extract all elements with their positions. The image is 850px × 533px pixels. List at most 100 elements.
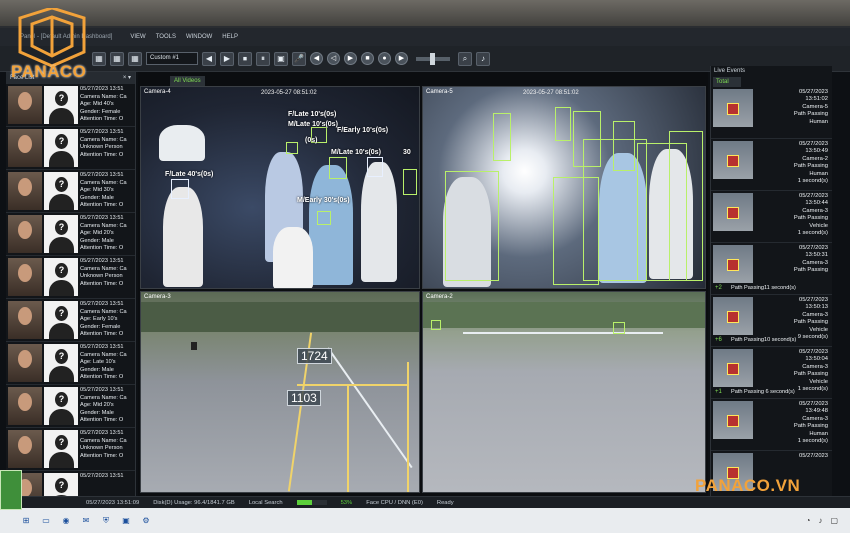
face-list-item[interactable]: ? 05/27/2023 13:51 Camera Name: Ca Age: Mid… bbox=[6, 170, 135, 213]
face-info-line: Camera Name: Ca bbox=[80, 265, 127, 272]
event-info-line: 1 second(s) bbox=[797, 230, 828, 237]
snapshot-icon[interactable]: ▣ bbox=[274, 51, 288, 66]
live-event-item[interactable]: 05/27/2023 13:49:48 Camera-3 Path Passing Hu… bbox=[711, 399, 832, 451]
menu-tools[interactable]: TOOLS bbox=[156, 34, 176, 40]
menu-help[interactable]: HELP bbox=[222, 34, 238, 40]
file-explorer-icon[interactable]: ▭ bbox=[40, 515, 52, 527]
play-back-icon[interactable]: ◁ bbox=[327, 52, 340, 65]
live-event-item[interactable]: 05/27/2023 13:50:04 Camera-3 Path Passing Ve… bbox=[711, 347, 832, 399]
face-list-item[interactable]: ? 05/27/2023 13:51 Camera Name: Ca Age: Mid… bbox=[6, 84, 135, 127]
face-list-item[interactable]: ? 05/27/2023 13:51 Camera Name: Ca Unknown … bbox=[6, 428, 135, 471]
detected-object bbox=[727, 155, 739, 167]
camera-5-view[interactable]: Camera-5 2023-05-27 08:51:02 bbox=[422, 86, 706, 289]
face-info-line: Camera Name: Ca bbox=[80, 394, 127, 401]
tree-line bbox=[423, 302, 705, 328]
live-event-item[interactable]: 05/27/2023 13:50:49 Camera-2 Path Passing Hu… bbox=[711, 139, 832, 191]
face-list-item[interactable]: ? 05/27/2023 13:51 Camera Name: Ca Age: Ear… bbox=[6, 299, 135, 342]
face-info-line: Attention Time: O bbox=[80, 245, 124, 251]
face-info-line: 05/27/2023 13:51 bbox=[80, 215, 124, 221]
face-list-item[interactable]: ? 05/27/2023 13:51 Camera Name: Ca Unknown … bbox=[6, 256, 135, 299]
rewind-icon[interactable]: ◀ bbox=[310, 52, 323, 65]
event-info-line: 05/27/2023 bbox=[798, 245, 828, 251]
layout-1x1-icon[interactable]: ▦ bbox=[92, 51, 106, 66]
layout-select[interactable]: Custom #1 bbox=[146, 52, 198, 65]
event-info-line: 05/27/2023 bbox=[798, 297, 828, 303]
event-info-line: Camera-5 bbox=[802, 103, 828, 110]
face-info-line: Age: Mid 20's bbox=[80, 230, 114, 236]
layout-2x2-icon[interactable]: ▦ bbox=[110, 51, 124, 66]
pause-icon[interactable]: ⏸ bbox=[256, 51, 270, 66]
microphone-icon[interactable]: 🎤 bbox=[292, 51, 306, 66]
face-info-line: Gender: Male bbox=[80, 409, 114, 416]
face-info-line: Attention Time: O bbox=[80, 280, 124, 287]
event-thumbnail bbox=[713, 141, 753, 179]
face-tag: (0s) bbox=[305, 137, 318, 144]
face-info-line: 05/27/2023 13:51 bbox=[80, 129, 124, 135]
person-silhouette-icon: ? bbox=[44, 215, 78, 253]
stop-circle-icon[interactable]: ■ bbox=[361, 52, 374, 65]
event-info-line: 05/27/2023 bbox=[798, 89, 828, 95]
event-info-line: Path Passing bbox=[793, 319, 828, 326]
face-thumbnail bbox=[8, 215, 42, 253]
mail-icon[interactable]: ✉ bbox=[80, 515, 92, 527]
panel-close-icon[interactable]: × ▾ bbox=[123, 72, 131, 84]
layout-3x3-icon[interactable]: ▦ bbox=[128, 51, 142, 66]
face-list-item[interactable]: ? 05/27/2023 13:51 Camera Name: Ca Age: Mid… bbox=[6, 213, 135, 256]
system-tray: ◔ ♪ ▢ bbox=[806, 516, 850, 525]
face-info-line: 05/27/2023 13:51 bbox=[80, 172, 124, 178]
event-footer: Path Passing 6 second(s) bbox=[731, 389, 795, 395]
event-info-line: Camera-3 bbox=[802, 415, 828, 422]
face-list-item[interactable]: ? 05/27/2023 13:51 Camera Name: Ca Age: Lat… bbox=[6, 342, 135, 385]
face-info-line: 05/27/2023 13:51 bbox=[80, 258, 124, 264]
face-info-line: Unknown Person bbox=[80, 445, 123, 451]
next-icon[interactable]: ▶ bbox=[220, 51, 234, 66]
camera-2-view[interactable]: Camera-2 bbox=[422, 291, 706, 493]
play-icon[interactable]: ▶ bbox=[344, 52, 357, 65]
line-counter: 1724 bbox=[297, 348, 332, 364]
volume-icon[interactable]: ♪ bbox=[476, 51, 490, 66]
prev-icon[interactable]: ◀ bbox=[202, 51, 216, 66]
face-info: 05/27/2023 13:51 Camera Name: Ca Unknown P… bbox=[80, 129, 133, 167]
notification-icon[interactable]: ▢ bbox=[830, 516, 838, 525]
windows-start-icon[interactable]: ⊞ bbox=[20, 515, 32, 527]
live-event-item[interactable]: 05/27/2023 13:51:02 Camera-5 Path Passing Hu… bbox=[711, 87, 832, 139]
face-tag: M/Early 30's(0s) bbox=[297, 197, 350, 204]
live-event-item[interactable]: 05/27/2023 13:50:44 Camera-3 Path Passing Ve… bbox=[711, 191, 832, 243]
face-info-line: 05/27/2023 13:51 bbox=[80, 344, 124, 350]
search-icon[interactable]: ⌕ bbox=[458, 51, 472, 66]
live-event-item[interactable]: 05/27/2023 13:50:31 Camera-3 Path Passing +2… bbox=[711, 243, 832, 295]
menu-view[interactable]: VIEW bbox=[130, 34, 145, 40]
stop-icon[interactable]: ⏹ bbox=[238, 51, 252, 66]
person-silhouette-icon: ? bbox=[44, 129, 78, 167]
edge-browser-icon[interactable]: ◉ bbox=[60, 515, 72, 527]
wifi-icon[interactable]: ◔ bbox=[806, 516, 811, 525]
face-detection-box bbox=[171, 179, 189, 199]
face-info-line: Gender: Female bbox=[80, 108, 121, 115]
slider-knob[interactable] bbox=[430, 52, 435, 65]
forward-icon[interactable]: ▶ bbox=[395, 52, 408, 65]
shield-icon[interactable]: ⛨ bbox=[100, 515, 112, 527]
menu-bar: Panel - [Default Admin Dashboard] VIEW T… bbox=[0, 28, 850, 46]
playback-speed-slider[interactable] bbox=[416, 52, 450, 65]
detected-object bbox=[727, 415, 739, 427]
status-search[interactable]: Local Search bbox=[249, 500, 283, 506]
person-silhouette-icon: ? bbox=[44, 387, 78, 425]
volume-tray-icon[interactable]: ♪ bbox=[818, 516, 822, 525]
record-icon[interactable]: ● bbox=[378, 52, 391, 65]
live-event-item[interactable]: 05/27/2023 13:50:13 Camera-3 Path Passing Ve… bbox=[711, 295, 832, 347]
camera-4-view[interactable]: Camera-4 2023-05-27 08:51:02 F/Late 10's… bbox=[140, 86, 420, 289]
face-list-item[interactable]: ? 05/27/2023 13:51 Camera Name: Ca Age: Mid… bbox=[6, 385, 135, 428]
person-silhouette-icon: ? bbox=[44, 430, 78, 468]
settings-icon[interactable]: ⚙ bbox=[140, 515, 152, 527]
tab-all-videos[interactable]: All Videos bbox=[170, 76, 205, 86]
camera-3-view[interactable]: Camera-3 1724 1103 bbox=[140, 291, 420, 493]
event-info-line: 13:50:13 bbox=[805, 304, 828, 311]
tab-total[interactable]: Total bbox=[713, 77, 741, 87]
event-info-line: 1 second(s) bbox=[797, 178, 828, 185]
app-icon[interactable]: ▣ bbox=[120, 515, 132, 527]
person bbox=[309, 165, 353, 285]
event-info-line: 13:51:02 bbox=[805, 96, 828, 103]
menu-window[interactable]: WINDOW bbox=[186, 34, 212, 40]
face-list-item[interactable]: ? 05/27/2023 13:51 Camera Name: Ca Unknown … bbox=[6, 127, 135, 170]
progress-fill bbox=[296, 500, 313, 505]
